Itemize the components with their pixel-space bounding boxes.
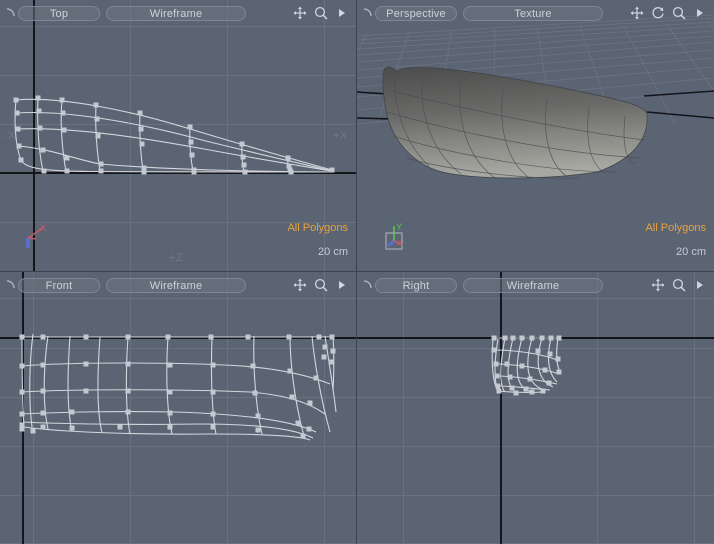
viewport-corner-icon[interactable]: [0, 272, 18, 298]
viewport-header-top: Top Wireframe: [0, 0, 356, 26]
move-icon[interactable]: [293, 278, 307, 292]
shading-mode-button-right[interactable]: Wireframe: [463, 277, 603, 293]
zoom-icon[interactable]: [314, 6, 328, 20]
viewport-perspective[interactable]: Y X All Polygons 20 cm Perspective Textu…: [357, 0, 714, 272]
arrow-right-icon[interactable]: [335, 278, 349, 292]
arrow-right-icon[interactable]: [693, 278, 707, 292]
arrow-right-icon[interactable]: [693, 6, 707, 20]
modeling-workspace: -X +X +Z X Z All Polygons 20 cm Top Wire…: [0, 0, 714, 544]
rotate-icon[interactable]: [651, 6, 665, 20]
viewport-header-perspective: Perspective Texture: [357, 0, 714, 26]
zoom-icon[interactable]: [672, 278, 686, 292]
zoom-icon[interactable]: [314, 278, 328, 292]
axis-gizmo-top: X Z: [20, 222, 50, 257]
model-wireframe-front: [0, 272, 356, 544]
view-mode-button-top[interactable]: Top: [18, 5, 100, 21]
move-icon[interactable]: [651, 278, 665, 292]
viewport-corner-icon[interactable]: [0, 0, 18, 26]
status-all-polygons-perspective: All Polygons: [645, 222, 706, 234]
scale-indicator-top: 20 cm: [318, 246, 348, 258]
axis-label-right-top: +X: [333, 130, 348, 142]
view-mode-button-right[interactable]: Right: [375, 277, 457, 293]
svg-text:X: X: [40, 223, 46, 233]
axis-label-bottom-top: +Z: [169, 252, 184, 264]
viewport-header-right: Right Wireframe: [357, 272, 714, 298]
move-icon[interactable]: [293, 6, 307, 20]
viewport-corner-icon[interactable]: [357, 272, 375, 298]
view-mode-button-perspective[interactable]: Perspective: [375, 5, 457, 21]
viewport-front[interactable]: -X +X -Y Y X All Polygons 20 cm Front Wi…: [0, 272, 357, 544]
view-mode-button-front[interactable]: Front: [18, 277, 100, 293]
zoom-icon[interactable]: [672, 6, 686, 20]
shading-mode-button-front[interactable]: Wireframe: [106, 277, 246, 293]
shading-mode-button-perspective[interactable]: Texture: [463, 5, 603, 21]
svg-text:Z: Z: [25, 239, 31, 249]
axis-gizmo-perspective: Y X: [381, 222, 415, 261]
viewport-top[interactable]: -X +X +Z X Z All Polygons 20 cm Top Wire…: [0, 0, 357, 272]
move-icon[interactable]: [630, 6, 644, 20]
shading-mode-button-top[interactable]: Wireframe: [106, 5, 246, 21]
axis-label-left-top: -X: [4, 130, 16, 142]
status-all-polygons-top: All Polygons: [287, 222, 348, 234]
viewport-right[interactable]: +Z -Z -Y Y Z All Polygons 20 cm Right Wi…: [357, 272, 714, 544]
viewport-corner-icon[interactable]: [357, 0, 375, 26]
scale-indicator-perspective: 20 cm: [676, 246, 706, 258]
arrow-right-icon[interactable]: [335, 6, 349, 20]
svg-text:Y: Y: [396, 222, 402, 232]
svg-text:X: X: [397, 239, 403, 248]
model-wireframe-right: [357, 272, 714, 544]
viewport-header-front: Front Wireframe: [0, 272, 356, 298]
